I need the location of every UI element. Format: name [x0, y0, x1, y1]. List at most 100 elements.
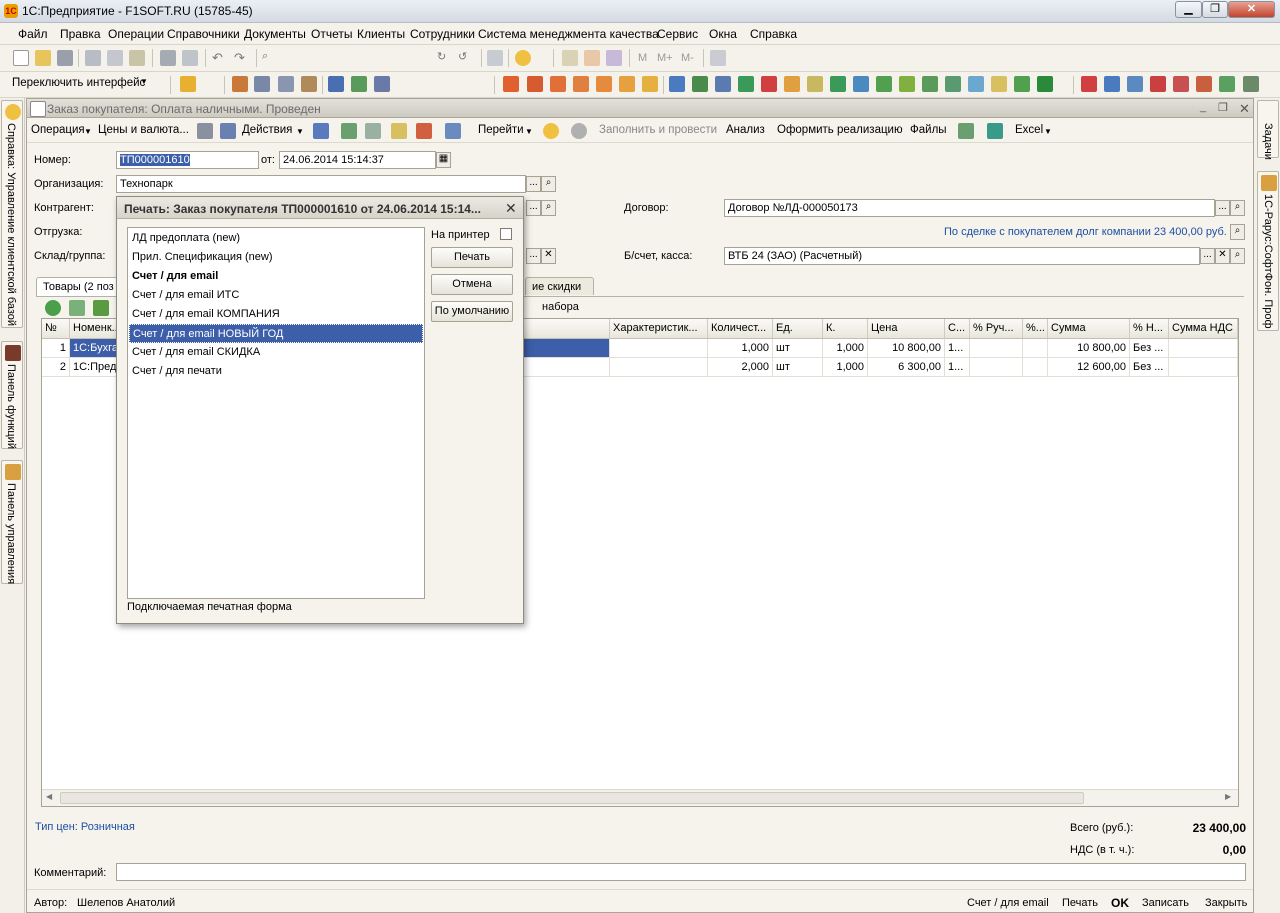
- debt-open-button[interactable]: ⌕: [1230, 224, 1245, 240]
- table-cell[interactable]: [1023, 358, 1048, 377]
- table-cell[interactable]: [1169, 339, 1238, 358]
- list-item[interactable]: ЛД предоплата (new): [129, 229, 423, 248]
- organization-select-button[interactable]: ...: [526, 176, 541, 192]
- table-cell[interactable]: шт: [773, 339, 823, 358]
- table-cell[interactable]: 2,000: [708, 358, 773, 377]
- menu-employees[interactable]: Сотрудники: [410, 27, 475, 41]
- table-cell[interactable]: 2: [42, 358, 70, 377]
- table-cell[interactable]: шт: [773, 358, 823, 377]
- col-header-vat-pct[interactable]: % Н...: [1130, 319, 1169, 339]
- sidebar-tab-softphone[interactable]: 1С-Рарус:СофтФон. Проф: [1257, 171, 1279, 331]
- close-window-button[interactable]: ✕: [1228, 1, 1275, 18]
- dialog-cancel-button[interactable]: Отмена: [431, 274, 513, 295]
- actions-menu[interactable]: Действия: [242, 124, 292, 136]
- table-cell[interactable]: 1,000: [708, 339, 773, 358]
- ops-icon-3[interactable]: [550, 76, 566, 92]
- excel-menu[interactable]: Excel: [1015, 124, 1043, 136]
- new-document-icon[interactable]: [13, 50, 29, 66]
- menu-reports[interactable]: Отчеты: [311, 27, 352, 41]
- open-folder-icon[interactable]: [35, 50, 51, 66]
- help-icon-doc[interactable]: [543, 123, 559, 139]
- doc-icon-5[interactable]: [761, 76, 777, 92]
- info-icon[interactable]: [515, 50, 531, 66]
- table-cell[interactable]: [970, 339, 1023, 358]
- contractor-select-button[interactable]: ...: [526, 200, 541, 216]
- menu-references[interactable]: Справочники: [167, 27, 240, 41]
- contract-field[interactable]: Договор №ЛД-000050173: [724, 199, 1215, 217]
- comment-field[interactable]: [116, 863, 1246, 881]
- col-header-price[interactable]: Цена: [868, 319, 945, 339]
- doc-icon-15[interactable]: [991, 76, 1007, 92]
- edit-row-icon[interactable]: [93, 300, 109, 316]
- clock-icon[interactable]: [571, 123, 587, 139]
- calculator-icon[interactable]: [562, 50, 578, 66]
- table-cell[interactable]: Без ...: [1130, 358, 1169, 377]
- debt-note-link[interactable]: По сделке с покупателем долг компании 23…: [944, 226, 1227, 238]
- files-button[interactable]: Файлы: [910, 124, 947, 136]
- menu-file[interactable]: Файл: [18, 27, 48, 41]
- table-cell[interactable]: [610, 339, 708, 358]
- table-cell[interactable]: 1: [42, 339, 70, 358]
- doc-icon-10[interactable]: [876, 76, 892, 92]
- unpost-icon[interactable]: [416, 123, 432, 139]
- dialog-print-button[interactable]: Печать: [431, 247, 513, 268]
- tab-discounts[interactable]: ие скидки: [525, 277, 594, 295]
- scroll-right-icon[interactable]: ▶: [1225, 792, 1231, 801]
- col-header-manual-pct[interactable]: % Руч...: [970, 319, 1023, 339]
- calendar-icon[interactable]: [584, 50, 600, 66]
- cut-icon[interactable]: [85, 50, 101, 66]
- menu-edit[interactable]: Правка: [60, 27, 101, 41]
- report-icon-1[interactable]: [1081, 76, 1097, 92]
- print-dialog-close-icon[interactable]: ✕: [505, 200, 517, 217]
- menu-service[interactable]: Сервис: [657, 27, 698, 41]
- col-header-pct[interactable]: %...: [1023, 319, 1048, 339]
- archive-icon[interactable]: [301, 76, 317, 92]
- goto-menu[interactable]: Перейти: [478, 124, 524, 136]
- report-icon-8[interactable]: [1243, 76, 1259, 92]
- col-header-coef[interactable]: К.: [823, 319, 868, 339]
- doc-icon-9[interactable]: [853, 76, 869, 92]
- table-cell[interactable]: Без ...: [1130, 339, 1169, 358]
- close-button[interactable]: Закрыть: [1205, 897, 1247, 909]
- table-cell[interactable]: [970, 358, 1023, 377]
- scroll-left-icon[interactable]: ◀: [46, 792, 52, 801]
- print-icon[interactable]: [160, 50, 176, 66]
- list-item[interactable]: Счет / для email КОМПАНИЯ: [129, 305, 423, 324]
- module-icon[interactable]: [180, 76, 196, 92]
- col-header-c[interactable]: С...: [945, 319, 970, 339]
- date-field[interactable]: 24.06.2014 15:14:37: [279, 151, 436, 169]
- edit-icon[interactable]: [374, 76, 390, 92]
- fill-icon[interactable]: [391, 123, 407, 139]
- ops-icon-4[interactable]: [573, 76, 589, 92]
- list-item[interactable]: Счет / для email: [129, 267, 423, 286]
- table-cell[interactable]: 10 800,00: [1048, 339, 1130, 358]
- printer-icon[interactable]: [254, 76, 270, 92]
- doc-icon-2[interactable]: [692, 76, 708, 92]
- col-header-characteristic[interactable]: Характеристик...: [610, 319, 708, 339]
- search-icon[interactable]: ⌕: [262, 50, 278, 66]
- redo-icon[interactable]: ↷: [234, 50, 250, 66]
- sidebar-tab-control[interactable]: Панель управления: [1, 460, 23, 584]
- windows-icon[interactable]: [487, 50, 503, 66]
- price-type-link[interactable]: Тип цен: Розничная: [35, 821, 135, 833]
- menu-operations[interactable]: Операции: [108, 27, 164, 41]
- col-header-quantity[interactable]: Количест...: [708, 319, 773, 339]
- doc-icon-7[interactable]: [807, 76, 823, 92]
- switch-interface-button[interactable]: Переключить интерфейс: [12, 77, 145, 89]
- report-icon-5[interactable]: [1173, 76, 1189, 92]
- doc-minimize-button[interactable]: _: [1200, 101, 1206, 113]
- print-email-invoice-button[interactable]: Счет / для email: [967, 897, 1049, 909]
- account-field[interactable]: ВТБ 24 (ЗАО) (Расчетный): [724, 247, 1200, 265]
- report-icon-2[interactable]: [1104, 76, 1120, 92]
- warehouse-select-button[interactable]: ...: [526, 248, 541, 264]
- contract-select-button[interactable]: ...: [1215, 200, 1230, 216]
- doc-icon-6[interactable]: [784, 76, 800, 92]
- users-icon[interactable]: [606, 50, 622, 66]
- calendar-button[interactable]: ▦: [436, 152, 451, 168]
- col-header-unit[interactable]: Ед.: [773, 319, 823, 339]
- sidebar-tab-tasks[interactable]: Задачи: [1257, 100, 1279, 160]
- account-select-button[interactable]: ...: [1200, 248, 1215, 264]
- books-icon[interactable]: [232, 76, 248, 92]
- add-row-icon[interactable]: [45, 300, 61, 316]
- copy-doc-icon[interactable]: [365, 123, 381, 139]
